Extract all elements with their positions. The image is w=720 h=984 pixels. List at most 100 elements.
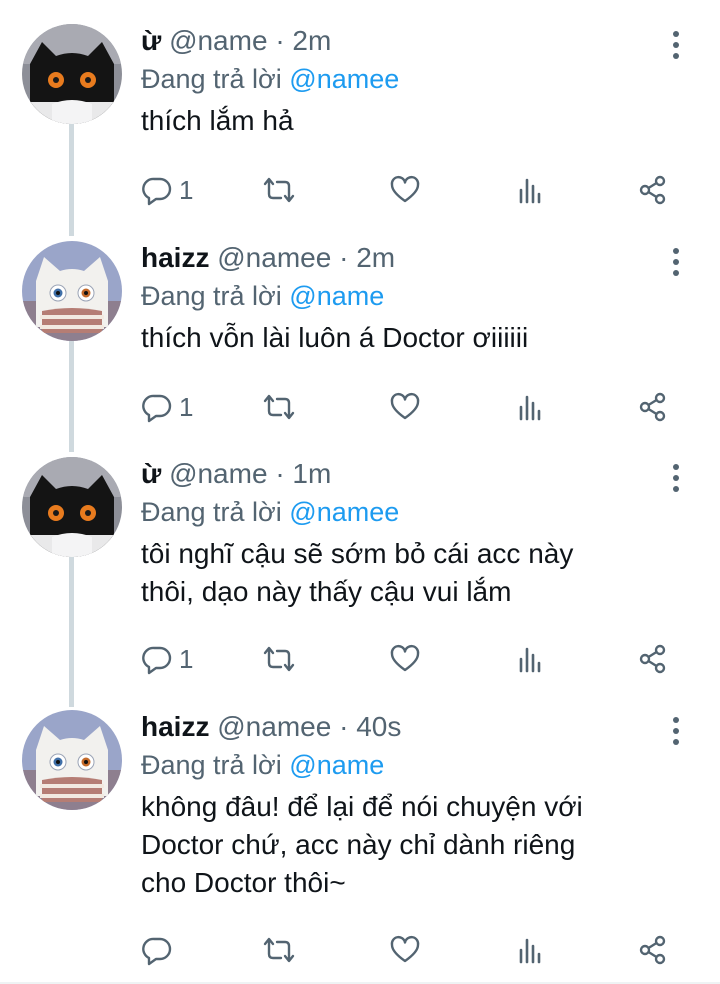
tweet-header: ừ @name · 1m bbox=[141, 457, 680, 491]
reply-button[interactable]: 1 bbox=[141, 170, 193, 210]
tweet[interactable]: ừ @name · 2m Đang trả lời @namee thích l… bbox=[0, 24, 720, 220]
black-cat-avatar-image bbox=[22, 457, 122, 557]
replying-to: Đang trả lời @name bbox=[141, 748, 680, 782]
avatar[interactable] bbox=[22, 241, 122, 341]
tweet-header: haizz @namee · 2m bbox=[141, 241, 680, 275]
replying-to: Đang trả lời @namee bbox=[141, 495, 680, 529]
reply-icon bbox=[141, 391, 173, 423]
white-cat-avatar-image bbox=[22, 241, 122, 341]
display-name[interactable]: ừ bbox=[141, 458, 161, 489]
action-bar: 1 bbox=[141, 387, 680, 427]
retweet-icon bbox=[261, 643, 297, 675]
timestamp[interactable]: 1m bbox=[292, 458, 331, 489]
share-icon bbox=[637, 391, 669, 423]
analytics-icon bbox=[515, 391, 547, 423]
separator-dot: · bbox=[275, 25, 285, 56]
reply-count: 1 bbox=[179, 174, 194, 205]
share-button[interactable] bbox=[637, 930, 669, 970]
retweet-button[interactable] bbox=[261, 930, 297, 970]
white-cat-avatar-image bbox=[22, 710, 122, 810]
more-options-button[interactable] bbox=[666, 714, 686, 748]
display-name[interactable]: haizz bbox=[141, 242, 209, 273]
separator-dot: · bbox=[339, 711, 349, 742]
share-button[interactable] bbox=[637, 387, 669, 427]
heart-icon bbox=[389, 643, 421, 675]
share-button[interactable] bbox=[637, 170, 669, 210]
mention-link[interactable]: @name bbox=[289, 750, 384, 780]
heart-icon bbox=[389, 391, 421, 423]
more-vertical-icon bbox=[666, 461, 686, 495]
reply-icon bbox=[141, 934, 173, 966]
retweet-button[interactable] bbox=[261, 639, 297, 679]
username[interactable]: @namee bbox=[217, 242, 331, 273]
username[interactable]: @name bbox=[169, 458, 267, 489]
separator-dot: · bbox=[275, 458, 285, 489]
heart-icon bbox=[389, 934, 421, 966]
replying-label: Đang trả lời bbox=[141, 750, 282, 780]
retweet-icon bbox=[261, 934, 297, 966]
more-options-button[interactable] bbox=[666, 461, 686, 495]
views-button[interactable] bbox=[515, 639, 547, 679]
tweet-text: không đâu! để lại để nói chuyện với Doct… bbox=[141, 791, 583, 898]
reply-count: 1 bbox=[179, 391, 194, 422]
more-options-button[interactable] bbox=[666, 28, 686, 62]
share-icon bbox=[637, 643, 669, 675]
analytics-icon bbox=[515, 934, 547, 966]
retweet-icon bbox=[261, 391, 297, 423]
separator-dot: · bbox=[339, 242, 349, 273]
reply-icon bbox=[141, 643, 173, 675]
mention-link[interactable]: @namee bbox=[289, 497, 399, 527]
analytics-icon bbox=[515, 643, 547, 675]
views-button[interactable] bbox=[515, 930, 547, 970]
username[interactable]: @namee bbox=[217, 711, 331, 742]
timestamp[interactable]: 2m bbox=[292, 25, 331, 56]
more-options-button[interactable] bbox=[666, 245, 686, 279]
like-button[interactable] bbox=[389, 387, 421, 427]
tweet-text: thích lắm hả bbox=[141, 105, 294, 136]
share-icon bbox=[637, 934, 669, 966]
heart-icon bbox=[389, 174, 421, 206]
reply-button[interactable]: 1 bbox=[141, 639, 193, 679]
timestamp[interactable]: 40s bbox=[356, 711, 401, 742]
username[interactable]: @name bbox=[169, 25, 267, 56]
action-bar: 1 bbox=[141, 170, 680, 210]
mention-link[interactable]: @namee bbox=[289, 64, 399, 94]
display-name[interactable]: haizz bbox=[141, 711, 209, 742]
tweet-header: haizz @namee · 40s bbox=[141, 710, 680, 744]
retweet-icon bbox=[261, 174, 297, 206]
more-vertical-icon bbox=[666, 28, 686, 62]
retweet-button[interactable] bbox=[261, 387, 297, 427]
retweet-button[interactable] bbox=[261, 170, 297, 210]
views-button[interactable] bbox=[515, 170, 547, 210]
replying-label: Đang trả lời bbox=[141, 281, 282, 311]
mention-link[interactable]: @name bbox=[289, 281, 384, 311]
share-icon bbox=[637, 174, 669, 206]
action-bar bbox=[141, 930, 680, 970]
replying-label: Đang trả lời bbox=[141, 497, 282, 527]
share-button[interactable] bbox=[637, 639, 669, 679]
replying-to: Đang trả lời @namee bbox=[141, 62, 680, 96]
tweet[interactable]: ừ @name · 1m Đang trả lời @namee tôi ngh… bbox=[0, 457, 720, 693]
reply-button[interactable]: 1 bbox=[141, 387, 193, 427]
reply-icon bbox=[141, 174, 173, 206]
timestamp[interactable]: 2m bbox=[356, 242, 395, 273]
tweet-text: thích vỗn lài luôn á Doctor ơiiiiii bbox=[141, 322, 529, 353]
replying-to: Đang trả lời @name bbox=[141, 279, 680, 313]
display-name[interactable]: ừ bbox=[141, 25, 161, 56]
tweet[interactable]: haizz @namee · 40s Đang trả lời @name kh… bbox=[0, 710, 720, 984]
action-bar: 1 bbox=[141, 639, 680, 679]
tweet[interactable]: haizz @namee · 2m Đang trả lời @name thí… bbox=[0, 241, 720, 437]
replying-label: Đang trả lời bbox=[141, 64, 282, 94]
like-button[interactable] bbox=[389, 639, 421, 679]
avatar[interactable] bbox=[22, 457, 122, 557]
avatar[interactable] bbox=[22, 710, 122, 810]
views-button[interactable] bbox=[515, 387, 547, 427]
reply-button[interactable] bbox=[141, 930, 179, 970]
like-button[interactable] bbox=[389, 930, 421, 970]
tweet-header: ừ @name · 2m bbox=[141, 24, 680, 58]
like-button[interactable] bbox=[389, 170, 421, 210]
more-vertical-icon bbox=[666, 245, 686, 279]
black-cat-avatar-image bbox=[22, 24, 122, 124]
avatar[interactable] bbox=[22, 24, 122, 124]
analytics-icon bbox=[515, 174, 547, 206]
